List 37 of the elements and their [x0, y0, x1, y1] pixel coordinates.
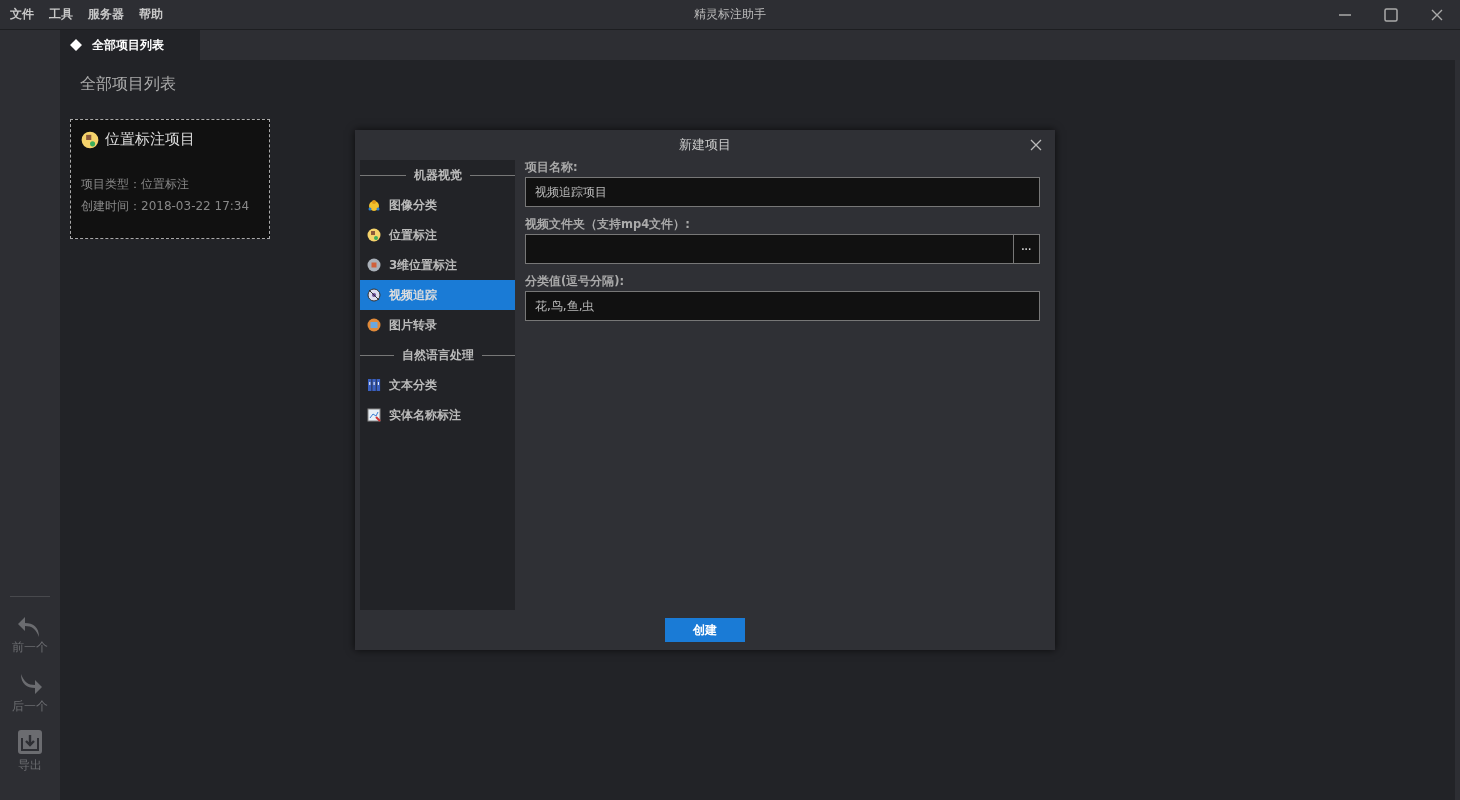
menu-item[interactable]: 文件 [10, 6, 41, 23]
picture-icon [367, 318, 381, 332]
category-heading: 机器视觉 [413, 166, 462, 184]
person-icon [367, 198, 381, 212]
field-label: 分类值(逗号分隔): [525, 274, 625, 290]
project-type-item[interactable]: 位置标注 [360, 220, 515, 250]
input-field[interactable]: 视频追踪项目 [525, 177, 1040, 207]
close-icon[interactable] [1029, 138, 1043, 152]
folder-path-field[interactable] [525, 234, 1014, 264]
project-created-time: 创建时间：2018-03-22 17:34 [81, 198, 250, 215]
project-type-item[interactable]: 3维位置标注 [360, 250, 515, 280]
project-type-item[interactable]: 图像分类 [360, 190, 515, 220]
diamond-icon [70, 39, 82, 51]
project-name: 位置标注项目 [105, 130, 195, 149]
category-heading: 自然语言处理 [401, 346, 474, 364]
maximize-icon[interactable] [1383, 6, 1399, 23]
project-type-item[interactable]: 实体名称标注 [360, 400, 515, 430]
window-title: 精灵标注助手 [694, 7, 766, 21]
create-button[interactable]: 创建 [665, 618, 745, 642]
disc-icon [367, 288, 381, 302]
project-type: 项目类型：位置标注 [81, 176, 189, 193]
page-title: 全部项目列表 [80, 74, 176, 95]
columns-icon [367, 378, 381, 392]
project-type-item[interactable]: 文本分类 [360, 370, 515, 400]
browse-button[interactable]: ··· [1014, 234, 1040, 264]
input-field[interactable]: 花,鸟,鱼,虫 [525, 291, 1040, 321]
menu-item[interactable]: 帮助 [139, 6, 170, 23]
project-card[interactable]: 位置标注项目 项目类型：位置标注 创建时间：2018-03-22 17:34 [70, 119, 270, 239]
dialog-title: 新建项目 [679, 136, 731, 154]
project-type-item[interactable]: 图片转录 [360, 310, 515, 340]
download-tray-icon [17, 729, 43, 755]
field-label: 项目名称: [525, 160, 578, 176]
field-label: 视频文件夹（支持mp4文件）: [525, 217, 690, 233]
menu-item[interactable]: 工具 [49, 6, 80, 23]
tab[interactable]: 全部项目列表 [60, 30, 200, 60]
chart-icon [367, 408, 381, 422]
menu-item[interactable]: 服务器 [88, 6, 131, 23]
